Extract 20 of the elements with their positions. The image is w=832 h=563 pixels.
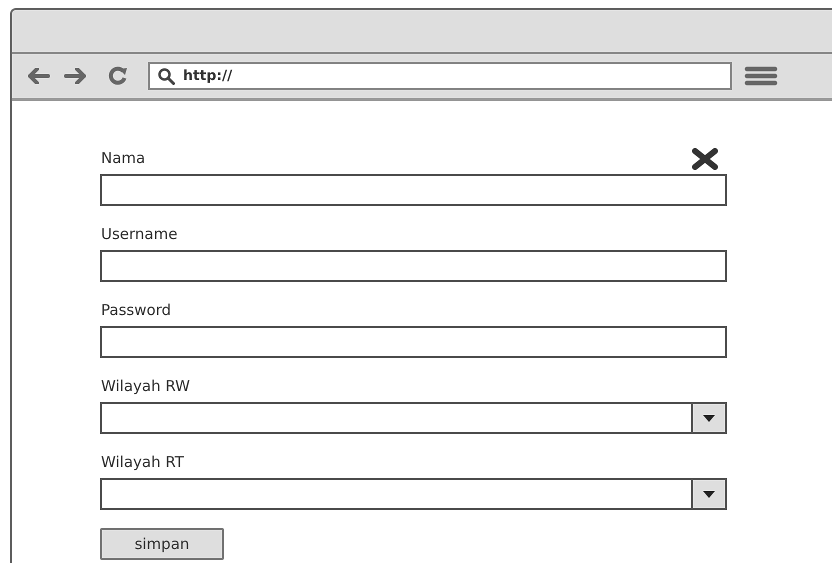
field-label: Username xyxy=(100,224,178,244)
caret-icon xyxy=(703,490,715,498)
dropdown-field[interactable] xyxy=(100,402,727,434)
field-label: Wilayah RT xyxy=(100,452,184,472)
field-label: Wilayah RW xyxy=(100,376,190,396)
save-button[interactable]: simpan xyxy=(100,528,224,560)
forward-icon[interactable] xyxy=(64,68,86,84)
text-field[interactable] xyxy=(100,250,727,282)
field-label: Nama xyxy=(100,148,146,168)
dropdown-field[interactable] xyxy=(100,478,727,510)
close-icon[interactable] xyxy=(691,148,719,170)
caret-icon xyxy=(703,414,715,422)
text-field[interactable] xyxy=(100,326,727,358)
menu-icon[interactable] xyxy=(744,65,778,87)
reload-icon[interactable] xyxy=(108,66,128,86)
field-label: Password xyxy=(100,300,172,320)
address-bar[interactable]: http:// xyxy=(148,62,732,90)
back-icon[interactable] xyxy=(28,68,50,84)
search-icon xyxy=(158,68,175,84)
text-field[interactable] xyxy=(100,174,727,206)
